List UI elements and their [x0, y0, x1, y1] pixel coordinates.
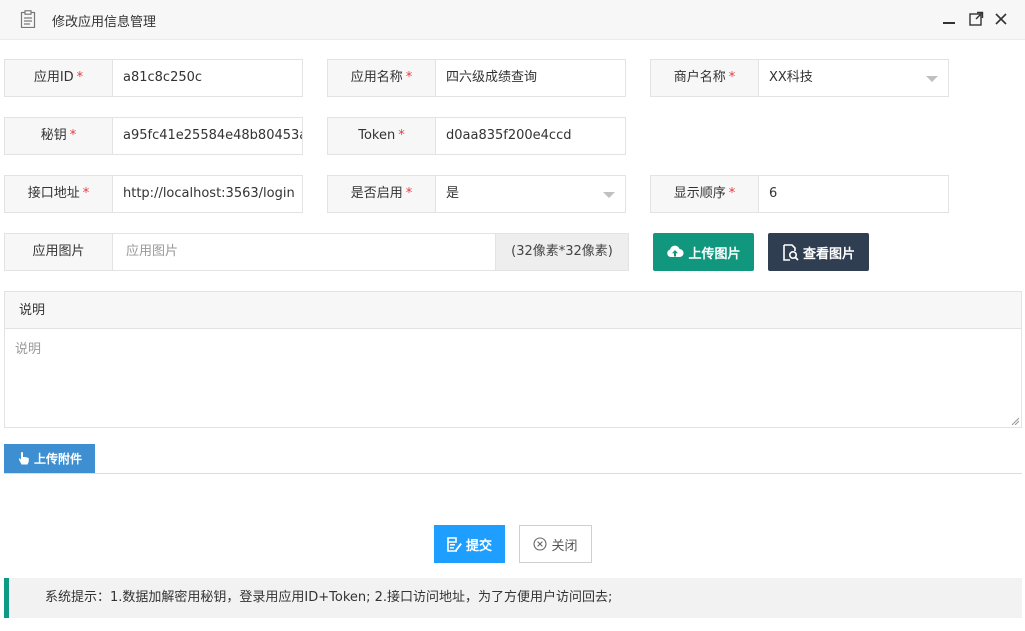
upload-image-label: 上传图片 — [688, 246, 741, 262]
minimize-icon[interactable] — [941, 11, 957, 27]
title-bar: 修改应用信息管理 — [0, 0, 1025, 40]
api-url-field: 接口地址 * http://localhost:3563/login — [4, 175, 303, 213]
merchant-field: 商户名称 * XX科技 — [650, 59, 949, 97]
search-file-icon — [783, 243, 799, 261]
api-url-input[interactable]: http://localhost:3563/login — [113, 176, 302, 212]
order-input[interactable]: 6 — [759, 176, 948, 212]
close-label: 关闭 — [551, 538, 578, 554]
divider — [4, 473, 1022, 474]
maximize-icon[interactable] — [968, 11, 984, 27]
upload-attachment-button[interactable]: 上传附件 — [4, 444, 95, 473]
chevron-down-icon[interactable] — [603, 192, 615, 198]
upload-attachment-label: 上传附件 — [33, 452, 82, 466]
close-icon[interactable] — [993, 11, 1009, 27]
app-image-input[interactable]: 应用图片 — [113, 234, 496, 270]
secret-input[interactable]: a95fc41e25584e48b80453a — [113, 118, 302, 154]
description-panel: 说明 说明 — [4, 291, 1022, 428]
app-id-label: 应用ID * — [5, 60, 113, 96]
app-name-input[interactable]: 四六级成绩查询 — [436, 60, 625, 96]
api-url-label: 接口地址 * — [5, 176, 113, 212]
app-image-label: 应用图片 — [5, 234, 113, 270]
image-size-hint: (32像素*32像素) — [495, 234, 628, 270]
app-id-field: 应用ID * a81c8c250c — [4, 59, 303, 97]
order-label: 显示顺序 * — [651, 176, 759, 212]
app-image-field: 应用图片 应用图片 (32像素*32像素) — [4, 233, 629, 271]
secret-label: 秘钥 * — [5, 118, 113, 154]
view-image-label: 查看图片 — [802, 246, 855, 262]
enabled-label: 是否启用 * — [328, 176, 436, 212]
description-label: 说明 — [5, 292, 1021, 329]
edit-icon — [447, 536, 462, 552]
submit-label: 提交 — [465, 538, 492, 554]
merchant-select[interactable]: XX科技 — [759, 60, 948, 96]
app-id-input[interactable]: a81c8c250c — [113, 60, 302, 96]
chevron-down-icon[interactable] — [926, 76, 938, 82]
window-title: 修改应用信息管理 — [52, 15, 157, 30]
enabled-field: 是否启用 * 是 — [327, 175, 626, 213]
submit-button[interactable]: 提交 — [434, 525, 505, 563]
description-textarea[interactable]: 说明 — [5, 330, 1021, 427]
merchant-label: 商户名称 * — [651, 60, 759, 96]
token-label: Token * — [328, 118, 436, 154]
view-image-button[interactable]: 查看图片 — [768, 233, 869, 271]
cloud-upload-icon — [667, 245, 685, 258]
system-tips: 系统提示：1.数据加解密用秘钥，登录用应用ID+Token; 2.接口访问地址，… — [4, 578, 1022, 618]
resize-grip-icon[interactable] — [1011, 417, 1019, 425]
token-field: Token * d0aa835f200e4ccd — [327, 117, 626, 155]
clipboard-icon — [20, 10, 36, 28]
upload-image-button[interactable]: 上传图片 — [653, 233, 754, 271]
hand-pointer-icon — [18, 452, 29, 465]
close-button[interactable]: 关闭 — [519, 525, 592, 563]
secret-field: 秘钥 * a95fc41e25584e48b80453a — [4, 117, 303, 155]
close-circle-icon — [533, 537, 548, 551]
order-field: 显示顺序 * 6 — [650, 175, 949, 213]
app-name-label: 应用名称 * — [328, 60, 436, 96]
enabled-select[interactable]: 是 — [436, 176, 625, 212]
token-input[interactable]: d0aa835f200e4ccd — [436, 118, 625, 154]
app-name-field: 应用名称 * 四六级成绩查询 — [327, 59, 626, 97]
